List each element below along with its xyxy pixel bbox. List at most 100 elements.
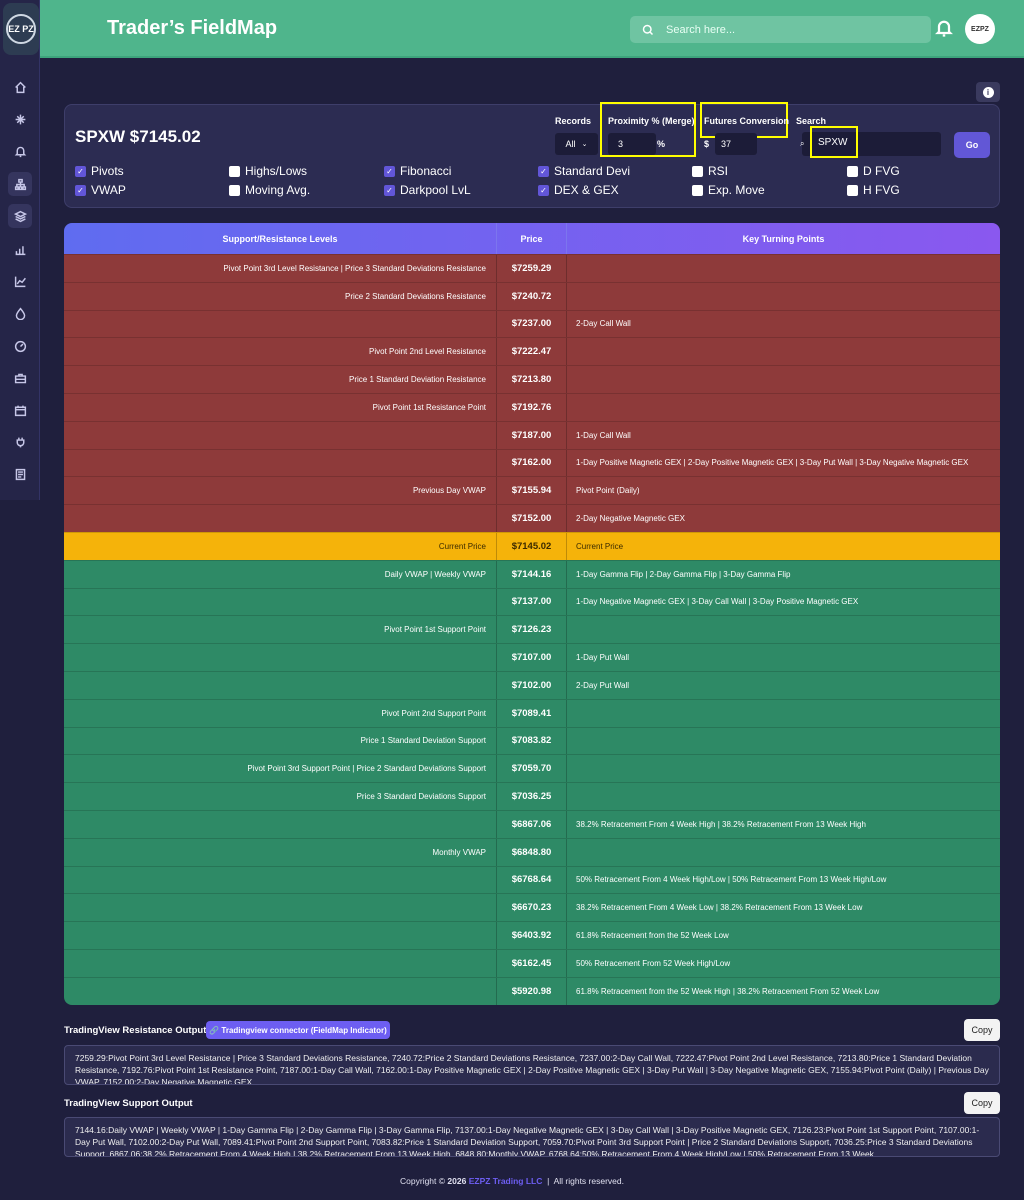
price-cell: $7162.00	[497, 449, 567, 477]
checkbox-1[interactable]: Highs/Lows	[229, 164, 307, 178]
home-icon[interactable]	[8, 75, 32, 99]
calendar-icon[interactable]	[8, 398, 32, 422]
sparkle-icon[interactable]	[8, 107, 32, 131]
header-turning-points: Key Turning Points	[742, 233, 825, 244]
proximity-label: Proximity % (Merge)	[608, 116, 695, 126]
top-header: Trader’s FieldMap EZPZ	[40, 0, 1024, 58]
avatar[interactable]: EZPZ	[965, 14, 995, 44]
info-icon: i	[982, 86, 994, 98]
level-cell	[64, 949, 497, 977]
checkbox-6[interactable]: ✓ VWAP	[75, 183, 126, 197]
futures-input[interactable]: 37	[715, 133, 757, 155]
search-icon	[642, 24, 654, 35]
support-output-textarea[interactable]: 7144.16:Daily VWAP | Weekly VWAP | 1-Day…	[64, 1117, 1000, 1157]
briefcase-icon[interactable]	[8, 366, 32, 390]
price-cell: $6403.92	[497, 922, 567, 949]
document-icon[interactable]	[8, 462, 32, 486]
checkbox-3[interactable]: ✓ Standard Devi	[538, 164, 630, 178]
footer-year: 2026	[447, 1176, 467, 1186]
turning-point-cell	[567, 394, 1000, 421]
global-search[interactable]	[630, 16, 931, 43]
levels-table: Support/Resistance Levels Price Key Turn…	[64, 223, 1000, 1005]
checkbox-4[interactable]: RSI	[692, 164, 728, 178]
logo-mark: EZ PZ	[6, 14, 36, 44]
turning-point-cell: 2-Day Call Wall	[576, 319, 631, 329]
price-cell: $6848.80	[497, 838, 567, 866]
price-cell: $6162.45	[497, 949, 567, 977]
sitemap-icon[interactable]	[8, 172, 32, 196]
checkbox-2[interactable]: ✓ Fibonacci	[384, 164, 451, 178]
go-button[interactable]: Go	[954, 132, 990, 158]
checkbox-5[interactable]: D FVG	[847, 164, 900, 178]
checkbox-7[interactable]: Moving Avg.	[229, 183, 310, 197]
level-cell: Price 3 Standard Deviations Support	[64, 783, 497, 810]
price-cell: $7145.02	[497, 532, 567, 560]
price-cell: $7259.29	[497, 255, 567, 282]
table-header: Support/Resistance Levels Price Key Turn…	[64, 223, 1000, 254]
support-output-label: TradingView Support Output	[64, 1098, 193, 1109]
layers-icon[interactable]	[8, 204, 32, 228]
footer-company-link[interactable]: EZPZ Trading LLC	[469, 1176, 543, 1186]
turning-point-cell: 38.2% Retracement From 4 Week High | 38.…	[576, 819, 866, 829]
checkbox-0[interactable]: ✓ Pivots	[75, 164, 124, 178]
checkbox-9[interactable]: ✓ DEX & GEX	[538, 183, 619, 197]
bell-nav-icon[interactable]	[8, 139, 32, 163]
table-row: $7152.00 2-Day Negative Magnetic GEX	[64, 504, 1000, 532]
gauge-icon[interactable]	[8, 334, 32, 358]
level-cell	[64, 588, 497, 616]
checkbox-11[interactable]: H FVG	[847, 183, 900, 197]
line-chart-icon[interactable]	[8, 269, 32, 293]
level-cell: Daily VWAP | Weekly VWAP	[64, 560, 497, 588]
turning-point-cell: 2-Day Negative Magnetic GEX	[576, 514, 685, 524]
price-cell: $7059.70	[497, 755, 567, 783]
turning-point-cell	[567, 755, 1000, 782]
records-select[interactable]: All ⌄	[555, 133, 598, 155]
checkbox-label: Highs/Lows	[245, 164, 308, 178]
level-cell	[64, 310, 497, 338]
notification-bell-icon[interactable]	[934, 18, 956, 40]
proximity-input[interactable]: 3	[608, 133, 656, 155]
checkbox-label: Pivots	[91, 164, 124, 178]
table-row: Current Price $7145.02 Current Price	[64, 531, 1000, 560]
checkbox-label: Fibonacci	[400, 164, 452, 178]
droplet-icon[interactable]	[8, 301, 32, 325]
level-cell	[64, 810, 497, 838]
turning-point-cell: Pivot Point (Daily)	[576, 486, 640, 496]
level-cell: Current Price	[64, 532, 497, 560]
bar-chart-icon[interactable]	[8, 237, 32, 261]
checkbox-label: DEX & GEX	[554, 183, 619, 197]
checkbox-10[interactable]: Exp. Move	[692, 183, 765, 197]
table-row: Pivot Point 1st Support Point $7126.23	[64, 615, 1000, 644]
checkmark-icon: ✓	[538, 165, 549, 177]
turning-point-cell	[567, 728, 1000, 755]
price-cell: $7155.94	[497, 477, 567, 505]
table-row: $7187.00 1-Day Call Wall	[64, 420, 1000, 449]
turning-point-cell	[567, 783, 1000, 810]
resistance-output-textarea[interactable]: 7259.29:Pivot Point 3rd Level Resistance…	[64, 1045, 1000, 1085]
info-button[interactable]: i	[976, 82, 1000, 102]
app-logo[interactable]: EZ PZ	[3, 3, 39, 55]
plug-icon[interactable]	[8, 430, 32, 454]
global-search-input[interactable]	[666, 23, 916, 36]
price-cell: $7222.47	[497, 338, 567, 366]
table-row: Price 1 Standard Deviation Resistance $72…	[64, 365, 1000, 393]
level-cell: Price 1 Standard Deviation Resistance	[64, 366, 497, 393]
ticker-search-input[interactable]: SPXW	[810, 126, 858, 158]
checkbox-8[interactable]: ✓ Darkpool LvL	[384, 183, 471, 197]
level-cell	[64, 505, 497, 532]
proximity-unit: %	[657, 139, 666, 149]
copy-resistance-button[interactable]: Copy	[964, 1019, 1000, 1041]
turning-point-cell: 1-Day Put Wall	[576, 653, 630, 663]
tradingview-connector-button[interactable]: 🔗 Tradingview connector (FieldMap Indica…	[206, 1021, 390, 1039]
copy-support-button[interactable]: Copy	[964, 1092, 1000, 1114]
price-cell: $6867.06	[497, 810, 567, 838]
price-cell: $6670.23	[497, 894, 567, 922]
turning-point-cell	[567, 338, 1000, 365]
table-row: Previous Day VWAP $7155.94 Pivot Point (Da…	[64, 476, 1000, 505]
table-row: Pivot Point 3rd Support Point | Price 2 …	[64, 754, 1000, 783]
checkbox-label: D FVG	[863, 164, 900, 178]
table-row: Pivot Point 2nd Support Point $7089.41	[64, 698, 1000, 727]
checkbox-label: Exp. Move	[708, 183, 765, 197]
checkmark-icon: ✓	[384, 184, 395, 196]
level-cell	[64, 866, 497, 894]
